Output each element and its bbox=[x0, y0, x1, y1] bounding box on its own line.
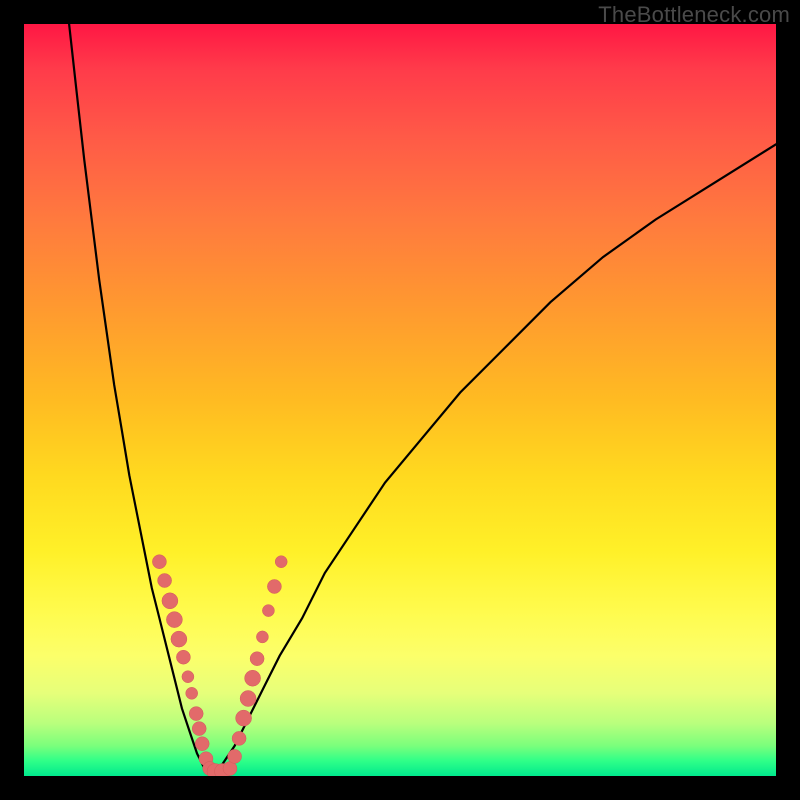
watermark-text: TheBottleneck.com bbox=[598, 2, 790, 28]
marker-dot bbox=[192, 722, 206, 736]
chart-frame: TheBottleneck.com bbox=[0, 0, 800, 800]
marker-dot bbox=[275, 556, 287, 568]
marker-dot bbox=[195, 737, 209, 751]
marker-dot bbox=[250, 652, 264, 666]
marker-dot bbox=[182, 671, 194, 683]
marker-dot bbox=[267, 580, 281, 594]
marker-dot bbox=[152, 555, 166, 569]
marker-dot bbox=[245, 670, 261, 686]
marker-dot bbox=[176, 650, 190, 664]
marker-dot bbox=[158, 574, 172, 588]
marker-dot bbox=[232, 731, 246, 745]
marker-dot bbox=[162, 593, 178, 609]
marker-dot bbox=[171, 631, 187, 647]
chart-svg bbox=[24, 24, 776, 776]
marker-dot bbox=[262, 605, 274, 617]
curve-right-branch bbox=[220, 144, 777, 768]
marker-dot bbox=[228, 749, 242, 763]
marker-dot bbox=[240, 691, 256, 707]
marker-dot bbox=[186, 687, 198, 699]
marker-dots bbox=[152, 555, 287, 776]
marker-dot bbox=[166, 612, 182, 628]
marker-dot bbox=[256, 631, 268, 643]
marker-dot bbox=[236, 710, 252, 726]
curve-lines bbox=[69, 24, 776, 769]
marker-dot bbox=[189, 707, 203, 721]
plot-area bbox=[24, 24, 776, 776]
